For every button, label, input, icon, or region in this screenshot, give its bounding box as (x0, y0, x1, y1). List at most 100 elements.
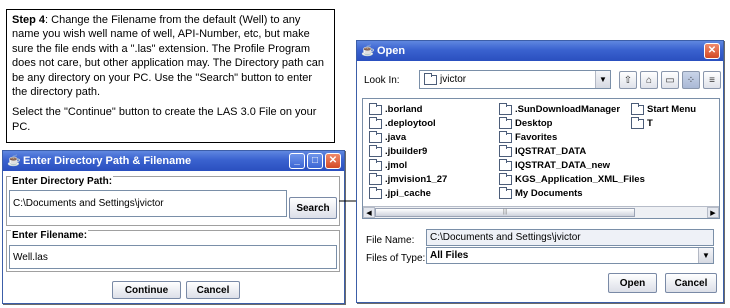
directory-dialog-titlebar[interactable]: ☕ Enter Directory Path & Filename _ □ ✕ (3, 151, 344, 171)
filename-input[interactable]: Well.las (9, 245, 337, 269)
open-button[interactable]: Open (608, 273, 657, 293)
directory-path-group: Enter Directory Path: C:\Documents and S… (6, 176, 340, 226)
details-view-button[interactable]: ≡ (703, 71, 721, 89)
list-item[interactable]: Favorites (499, 130, 558, 143)
list-item[interactable]: .deploytool (369, 116, 436, 129)
folder-icon (499, 144, 512, 157)
home-icon: ⌂ (645, 74, 653, 86)
cancel-button[interactable]: Cancel (665, 273, 717, 293)
list-item-label: .jbuilder9 (385, 146, 428, 157)
java-cup-icon: ☕ (361, 45, 375, 57)
directory-path-input[interactable]: C:\Documents and Settings\jvictor (9, 190, 287, 217)
scroll-right-button[interactable]: ▶ (707, 207, 719, 218)
list-item[interactable]: IQSTRAT_DATA_new (499, 158, 611, 171)
folder-icon (499, 172, 512, 185)
instruction-box: Step 4: Change the Filename from the def… (6, 9, 335, 143)
close-button[interactable]: ✕ (325, 153, 341, 169)
list-item[interactable]: .jmol (369, 158, 408, 171)
folder-icon (631, 102, 644, 115)
list-item[interactable]: KGS_Application_XML_Files (499, 172, 645, 185)
folder-icon (369, 116, 382, 129)
directory-dialog-title: Enter Directory Path & Filename (23, 155, 192, 167)
close-icon: ✕ (707, 45, 717, 56)
look-in-combo[interactable]: jvictor ▼ (419, 70, 611, 89)
list-item[interactable]: .SunDownloadManager (499, 102, 621, 115)
list-item-label: .java (385, 132, 407, 143)
folder-icon (369, 186, 382, 199)
search-button[interactable]: Search (289, 197, 337, 219)
folder-icon (369, 172, 382, 185)
directory-path-label: Enter Directory Path: (11, 176, 114, 187)
list-item-label: .jpi_cache (385, 188, 431, 199)
close-icon: ✕ (328, 155, 338, 166)
new-folder-icon: ▭ (665, 74, 675, 86)
open-dialog-title: Open (377, 45, 406, 57)
list-item-label: .deploytool (385, 118, 436, 129)
folder-icon (499, 116, 512, 129)
up-one-level-button[interactable]: ⇧ (619, 71, 637, 89)
folder-icon (369, 102, 382, 115)
continue-button[interactable]: Continue (112, 281, 181, 299)
list-item-label: .SunDownloadManager (515, 104, 621, 115)
list-item[interactable]: .jpi_cache (369, 186, 431, 199)
list-item-label: My Documents (515, 188, 583, 199)
file-name-label: File Name: (366, 235, 415, 246)
list-item-label: .borland (385, 104, 423, 115)
list-item-label: .jmvision1_27 (385, 174, 448, 185)
chevron-down-icon: ▼ (595, 71, 610, 88)
list-item[interactable]: IQSTRAT_DATA (499, 144, 587, 157)
list-view-button[interactable]: ⁘ (682, 71, 700, 89)
filename-label: Enter Filename: (11, 230, 89, 241)
list-item[interactable]: Desktop (499, 116, 553, 129)
folder-icon (369, 144, 382, 157)
list-item-label: T (647, 118, 653, 129)
open-dialog-titlebar[interactable]: ☕ Open ✕ (357, 41, 723, 61)
home-button[interactable]: ⌂ (640, 71, 658, 89)
cancel-button[interactable]: Cancel (186, 281, 240, 299)
list-view-icon: ⁘ (686, 74, 696, 86)
horizontal-scrollbar[interactable]: ◀ ||| ▶ (363, 206, 719, 218)
list-item[interactable]: My Documents (499, 186, 583, 199)
new-folder-button[interactable]: ▭ (661, 71, 679, 89)
java-cup-icon: ☕ (7, 155, 21, 167)
directory-dialog: ☕ Enter Directory Path & Filename _ □ ✕ … (2, 150, 345, 304)
chevron-right-icon: ▶ (710, 209, 716, 217)
open-dialog: ☕ Open ✕ Look In: jvictor ▼ ⇧ ⌂ ▭ ⁘ ≡ .b… (356, 40, 724, 303)
folder-icon (369, 158, 382, 171)
list-item-label: Desktop (515, 118, 553, 129)
list-item[interactable]: .java (369, 130, 407, 143)
list-item[interactable]: .jbuilder9 (369, 144, 428, 157)
list-item[interactable]: .jmvision1_27 (369, 172, 448, 185)
chevron-down-icon: ▼ (698, 248, 713, 263)
folder-icon (499, 102, 512, 115)
maximize-button[interactable]: □ (307, 153, 323, 169)
instruction-paragraph-1: Step 4: Change the Filename from the def… (12, 13, 330, 99)
folder-icon (424, 72, 437, 85)
minimize-button[interactable]: _ (289, 153, 305, 169)
list-item-label: IQSTRAT_DATA (515, 146, 587, 157)
list-item-label: IQSTRAT_DATA_new (515, 160, 611, 171)
list-item-label: .jmol (385, 160, 408, 171)
scrollbar-thumb[interactable]: ||| (375, 208, 635, 217)
scroll-left-button[interactable]: ◀ (363, 207, 375, 218)
look-in-value: jvictor (440, 74, 467, 85)
file-list[interactable]: .borland .deploytool .java .jbuilder9 .j… (362, 98, 720, 219)
folder-icon (369, 130, 382, 143)
files-of-type-label: Files of Type: (366, 253, 426, 264)
list-item-label: Favorites (515, 132, 558, 143)
filename-group: Enter Filename: Well.las (6, 230, 340, 272)
folder-icon (499, 186, 512, 199)
look-in-label: Look In: (364, 75, 400, 86)
files-of-type-combo[interactable]: All Files ▼ (426, 247, 714, 264)
list-item[interactable]: Start Menu (631, 102, 696, 115)
step-text: : Change the Filename from the default (… (12, 14, 325, 99)
list-item[interactable]: T (631, 116, 653, 129)
file-name-input[interactable]: C:\Documents and Settings\jvictor (426, 229, 714, 246)
list-item[interactable]: .borland (369, 102, 423, 115)
folder-icon (631, 116, 644, 129)
step-label: Step 4 (12, 14, 46, 26)
chevron-left-icon: ◀ (366, 209, 372, 217)
folder-icon (499, 158, 512, 171)
close-button[interactable]: ✕ (704, 43, 720, 59)
details-view-icon: ≡ (709, 74, 715, 86)
